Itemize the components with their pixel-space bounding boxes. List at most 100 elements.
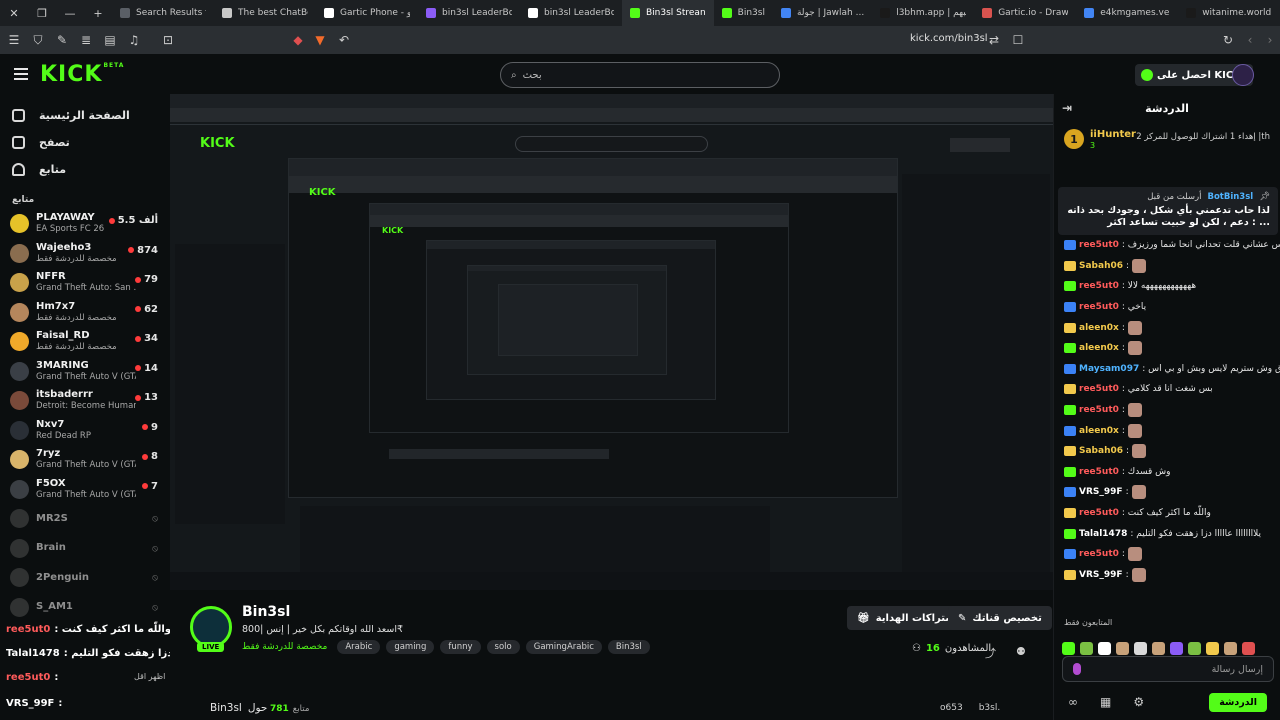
customize-channel-button[interactable]: ✎ تخصيص قناتك <box>948 606 1052 630</box>
emote-icon[interactable] <box>1080 642 1093 655</box>
channel-name[interactable]: Bin3sl <box>242 604 290 620</box>
followed-channel[interactable]: itsbaderrr Detroit: Become Human 13 <box>0 386 170 416</box>
window-minimize-icon[interactable]: — <box>56 0 84 26</box>
chat-input[interactable]: إرسال رسالة <box>1062 656 1274 682</box>
shield-icon[interactable]: ⛉ <box>28 30 48 50</box>
chat-username[interactable]: VRS_99F <box>1079 487 1123 497</box>
share-icon[interactable]: ⇄ <box>984 30 1004 50</box>
browser-tab[interactable]: Search Results fo <box>112 0 214 26</box>
pen-icon[interactable]: ✎ <box>52 30 72 50</box>
nav-home[interactable]: الصفحة الرئيسية <box>0 102 170 129</box>
followed-channel[interactable]: 2Penguin ⦸ <box>0 563 170 593</box>
user-avatar[interactable] <box>1232 64 1254 86</box>
chat-username[interactable]: VRS_99F <box>1079 570 1123 580</box>
browser-tab[interactable]: e4kmgames.verc <box>1076 0 1178 26</box>
extension-icon[interactable]: ◆ <box>288 30 308 50</box>
browser-tab[interactable]: witanime.world <box>1178 0 1279 26</box>
chat-send-button[interactable]: الدردشة <box>1209 692 1267 712</box>
chat-username[interactable]: aleen0x <box>1079 343 1119 353</box>
new-tab-icon[interactable]: + <box>84 0 112 26</box>
followed-channel[interactable]: Hm7x7 مخصصة للدردشة فقط 62 <box>0 298 170 328</box>
followed-channel[interactable]: PLAYAWAY EA Sports FC 26 5.5 ألف <box>0 209 170 239</box>
emote-icon[interactable] <box>1224 642 1237 655</box>
sidebar-icon[interactable]: ▤ <box>100 30 120 50</box>
chat-username[interactable]: aleen0x <box>1079 426 1119 436</box>
emote-icon[interactable] <box>1116 642 1129 655</box>
url-text[interactable]: kick.com/bin3sl <box>910 33 988 44</box>
followed-channel[interactable]: NFFR Grand Theft Auto: San ... 79 <box>0 268 170 298</box>
browser-tab[interactable]: Gartic Phone - جو <box>316 0 418 26</box>
hamburger-menu-icon[interactable] <box>14 68 28 80</box>
music-icon[interactable]: ♫ <box>124 30 144 50</box>
stream-tag[interactable]: GamingArabic <box>525 640 602 654</box>
reload-icon[interactable]: ↻ <box>1218 30 1238 50</box>
social-link-2[interactable]: b3sl. <box>979 703 1001 713</box>
emote-icon[interactable] <box>1242 642 1255 655</box>
chat-username[interactable]: ree5ut0 <box>1079 240 1119 250</box>
followed-channel[interactable]: F5OX Grand Theft Auto V (GTA) 7 <box>0 475 170 505</box>
kick-logo[interactable]: KICKBETA <box>40 62 124 87</box>
brave-shield-icon[interactable]: ▼ <box>310 30 330 50</box>
chat-username[interactable]: ree5ut0 <box>1079 508 1119 518</box>
browser-tab[interactable]: Bin3sl <box>714 0 773 26</box>
emote-icon[interactable] <box>1098 642 1111 655</box>
stream-tag[interactable]: Bin3sl <box>607 640 650 654</box>
emote-icon[interactable] <box>1062 642 1075 655</box>
nav-following[interactable]: متابع <box>0 156 170 183</box>
followed-channel[interactable]: Faisal_RD مخصصة للدردشة فقط 34 <box>0 327 170 357</box>
pinned-user[interactable]: BotBin3sl <box>1207 192 1253 202</box>
menu-icon[interactable]: ☰ <box>4 30 24 50</box>
chat-username[interactable]: ree5ut0 <box>1079 549 1119 559</box>
stream-tag[interactable]: funny <box>440 640 481 654</box>
bookmark-list-icon[interactable]: ≣ <box>76 30 96 50</box>
chat-username[interactable]: ree5ut0 <box>1079 384 1119 394</box>
browser-tab[interactable]: The best ChatBot <box>214 0 316 26</box>
emote-icon[interactable] <box>1134 642 1147 655</box>
forward-icon[interactable]: › <box>1260 30 1280 50</box>
gifter-name[interactable]: iiHunter <box>1090 129 1136 141</box>
bookmark-icon[interactable]: ☐ <box>1008 30 1028 50</box>
followed-channel[interactable]: Nxv7 Red Dead RP 9 <box>0 416 170 446</box>
followed-channel[interactable]: 3MARING Grand Theft Auto V (GTA) 14 <box>0 357 170 387</box>
undo-icon[interactable]: ↶ <box>334 30 354 50</box>
followed-channel[interactable]: MR2S ⦸ <box>0 504 170 534</box>
stream-tag[interactable]: gaming <box>386 640 435 654</box>
social-link-1[interactable]: o653 <box>940 703 963 713</box>
chat-username[interactable]: ree5ut0 <box>1079 302 1119 312</box>
emote-icon[interactable] <box>1188 642 1201 655</box>
browser-tab[interactable]: bin3sl LeaderBoa <box>520 0 622 26</box>
window-restore-icon[interactable]: ❐ <box>28 0 56 26</box>
chat-username[interactable]: Talal1478 <box>1079 529 1127 539</box>
followed-channel[interactable]: S_AM1 ⦸ <box>0 593 170 623</box>
video-player[interactable]: KICK KICK KICK <box>170 94 1053 590</box>
back-icon[interactable]: ‹ <box>1240 30 1260 50</box>
emote-icon[interactable] <box>1152 642 1165 655</box>
pinned-message[interactable]: أرسلت من قبل BotBin3sl 📌︎ لذا حاب تدعمني ب… <box>1058 187 1278 235</box>
followed-channel[interactable]: Brain ⦸ <box>0 534 170 564</box>
category-link[interactable]: مخصصة للدردشة فقط <box>242 642 327 652</box>
chat-username[interactable]: Sabah06 <box>1079 261 1123 271</box>
emote-icon[interactable] <box>1206 642 1219 655</box>
chat-username[interactable]: Maysam097 <box>1079 364 1139 374</box>
browser-tab[interactable]: bin3sl LeaderBoa <box>418 0 520 26</box>
user-icon[interactable]: ⚉ <box>1016 645 1026 658</box>
share-icon[interactable]: ⤴ <box>985 645 996 661</box>
followed-channel[interactable]: Wajeeho3 مخصصة للدردشة فقط 874 <box>0 239 170 269</box>
chat-username[interactable]: ree5ut0 <box>1079 467 1119 477</box>
settings-icon[interactable]: ⚙ <box>1133 695 1144 709</box>
infinity-icon[interactable]: ∞ <box>1068 695 1078 709</box>
browser-tab[interactable]: Bin3sl Strean <box>622 0 714 26</box>
browser-tab[interactable]: جولة | Jawlah ... <box>773 0 872 26</box>
browser-tab[interactable]: Gartic.io - Draw, <box>974 0 1076 26</box>
stream-tag[interactable]: solo <box>486 640 520 654</box>
nav-browse[interactable]: تصفح <box>0 129 170 156</box>
screenshot-icon[interactable]: ⊡ <box>158 30 178 50</box>
mic-icon[interactable] <box>1073 663 1081 675</box>
chat-username[interactable]: Sabah06 <box>1079 446 1123 456</box>
browser-tab[interactable]: l3bhm.app | لعبهم <box>872 0 974 26</box>
show-less-link[interactable]: اظهر اقل <box>134 672 165 681</box>
chat-username[interactable]: aleen0x <box>1079 323 1119 333</box>
emote-icon[interactable] <box>1170 642 1183 655</box>
collapse-chat-icon[interactable]: ⇥ <box>1062 101 1072 115</box>
chat-username[interactable]: ree5ut0 <box>1079 405 1119 415</box>
